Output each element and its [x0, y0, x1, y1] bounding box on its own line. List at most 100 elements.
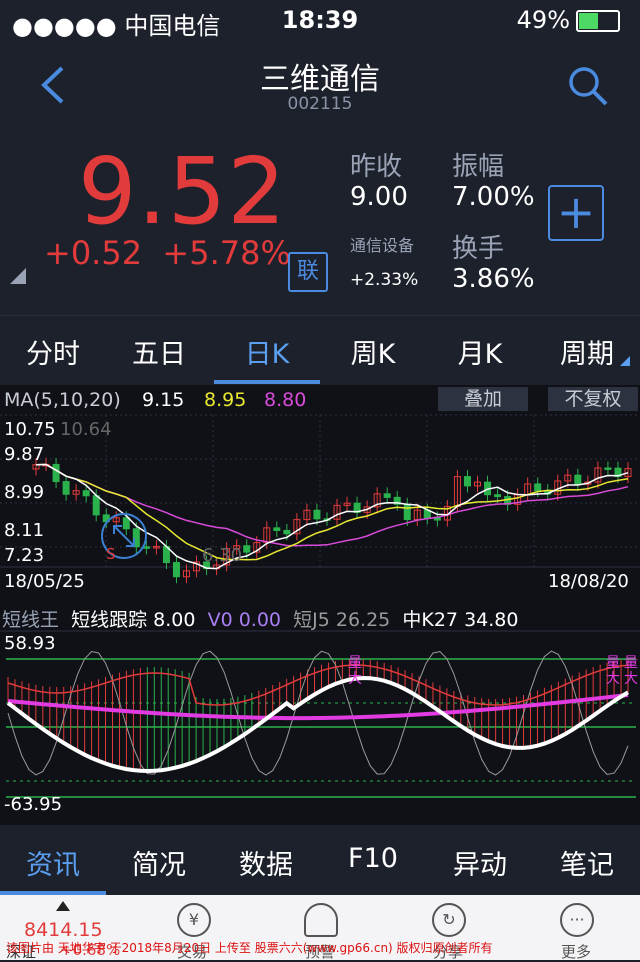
- candle-body: [283, 529, 291, 535]
- tab-five-day[interactable]: 五日: [106, 332, 212, 371]
- period-dropdown-icon: [620, 356, 630, 366]
- search-icon[interactable]: [566, 64, 610, 108]
- candle-body: [273, 527, 281, 531]
- price-change: +0.52 +5.78%: [44, 234, 291, 272]
- expand-up-icon[interactable]: [56, 901, 70, 911]
- prev-close-label: 昨收: [350, 152, 403, 182]
- candlesticks: [32, 457, 632, 584]
- tab-notes[interactable]: 笔记: [534, 843, 640, 882]
- ma10-value: 8.95: [204, 389, 247, 411]
- sell-marker: S: [106, 545, 116, 563]
- bell-icon[interactable]: [304, 903, 338, 937]
- axis-top-value: 10.75: [4, 419, 56, 440]
- v0-value: 0.00: [238, 609, 282, 631]
- candle-body: [534, 483, 542, 492]
- tab-anomaly[interactable]: 异动: [427, 843, 533, 882]
- candle-body: [403, 503, 411, 521]
- volume-mark-1: 量大: [348, 655, 362, 687]
- amplitude-value: 7.00%: [452, 182, 535, 212]
- indicator-legend: 短线王 短线跟踪 8.00 V0 0.00 短J5 26.25 中K27 34.…: [2, 609, 519, 631]
- turnover-value: 3.86%: [452, 264, 535, 294]
- quote-panel: 9.52 +0.52 +5.78% 联 昨收 9.00 通信设备 +2.33% …: [0, 130, 640, 310]
- j5-value: 26.25: [335, 609, 391, 631]
- trade-icon[interactable]: ¥: [177, 903, 211, 937]
- candle-body: [82, 490, 90, 497]
- ma20-value: 8.80: [264, 389, 307, 411]
- candle-body: [463, 476, 471, 487]
- candle-body: [142, 546, 150, 549]
- low-mark: 6.30: [202, 545, 243, 566]
- active-tab-indicator: [214, 380, 320, 384]
- volume-mark-3: 量大: [624, 655, 638, 687]
- candle-body: [313, 509, 321, 520]
- sector-pct: +2.33%: [350, 270, 419, 290]
- volume-mark-2: 量大: [606, 655, 620, 687]
- candle-body: [494, 494, 502, 498]
- share-icon[interactable]: ↻: [432, 903, 466, 937]
- indicator-gray-line: [7, 650, 629, 776]
- bottom-nav: 8414.15 深证 +0.68% ¥ 交易 预警 ↻ 分享 ··· 更多 该图…: [0, 895, 640, 962]
- ma-label: MA(5,10,20): [4, 389, 121, 411]
- indicator-min: -63.95: [4, 794, 63, 815]
- track-value: 8.00: [153, 609, 196, 631]
- nav-more[interactable]: 更多: [536, 941, 616, 962]
- indicator-red-line: [7, 664, 629, 706]
- battery-icon: [576, 10, 620, 32]
- indicator-name: 短线王: [2, 609, 60, 631]
- add-watchlist-button[interactable]: +: [548, 185, 604, 241]
- prev-close-value: 9.00: [350, 182, 408, 212]
- tab-daily-k[interactable]: 日K: [214, 332, 320, 371]
- tab-news[interactable]: 资讯: [0, 843, 106, 882]
- indicator-magenta-line: [7, 693, 629, 721]
- candle-body: [122, 517, 130, 530]
- corner-triangle-icon: [10, 268, 26, 284]
- axis-value-4: 8.11: [4, 520, 45, 541]
- tab-monthly-k[interactable]: 月K: [427, 332, 533, 371]
- ma5-value: 9.15: [142, 389, 185, 411]
- high-mark: 10.64: [60, 419, 112, 440]
- overlay-button[interactable]: 叠加: [438, 387, 528, 411]
- indicator-max: 58.93: [4, 633, 56, 654]
- index-value[interactable]: 8414.15: [24, 919, 103, 941]
- candle-body: [243, 545, 251, 553]
- candle-body: [62, 481, 70, 495]
- turnover-label: 换手: [452, 234, 505, 264]
- axis-value-3: 8.99: [4, 482, 45, 503]
- axis-value-2: 9.87: [4, 444, 45, 465]
- battery-percent: 49%: [516, 6, 570, 34]
- sector-label: 通信设备: [350, 236, 415, 255]
- watermark-text: 该图片由 天地华宇 于2018年8月20日 上传至 股票六六(www.gp66.…: [6, 941, 493, 955]
- adjust-button[interactable]: 不复权: [548, 387, 638, 411]
- header: 三维通信 002115: [0, 40, 640, 130]
- date-end: 18/08/20: [548, 571, 629, 592]
- stock-name: 三维通信: [260, 62, 380, 97]
- date-start: 18/05/25: [4, 571, 85, 592]
- period-tabs: 分时 五日 日K 周K 月K 周期: [0, 315, 640, 386]
- axis-bottom-value: 7.23: [4, 545, 45, 566]
- info-tabs: 资讯 简况 数据 F10 异动 笔记: [0, 825, 640, 895]
- battery-indicator: 49%: [517, 6, 620, 34]
- price-change-pct: +5.78%: [162, 234, 291, 272]
- amplitude-label: 振幅: [452, 152, 505, 182]
- tab-f10[interactable]: F10: [320, 843, 426, 874]
- tab-weekly-k[interactable]: 周K: [320, 332, 426, 371]
- candle-body: [172, 562, 180, 578]
- ma5-line: [35, 463, 629, 570]
- status-bar: ●●●●● 中国电信 18:39 49%: [0, 0, 640, 40]
- candle-body: [383, 493, 391, 498]
- kline-chart[interactable]: MA(5,10,20) 9.15 8.95 8.80 叠加 不复权 S 10.7…: [0, 385, 640, 825]
- stock-code: 002115: [287, 94, 353, 114]
- lian-button[interactable]: 联: [288, 252, 328, 292]
- candle-body: [574, 474, 582, 485]
- more-icon[interactable]: ···: [560, 903, 594, 937]
- tab-data[interactable]: 数据: [213, 843, 319, 882]
- candle-body: [604, 467, 612, 470]
- ma10-line: [35, 463, 629, 561]
- current-price: 9.52: [78, 138, 287, 245]
- candle-body: [92, 495, 100, 516]
- tab-intraday[interactable]: 分时: [0, 332, 106, 371]
- ma20-line: [35, 463, 629, 547]
- k27-value: 34.80: [464, 609, 519, 631]
- tab-profile[interactable]: 简况: [106, 843, 212, 882]
- indicator-white-line: [6, 675, 630, 774]
